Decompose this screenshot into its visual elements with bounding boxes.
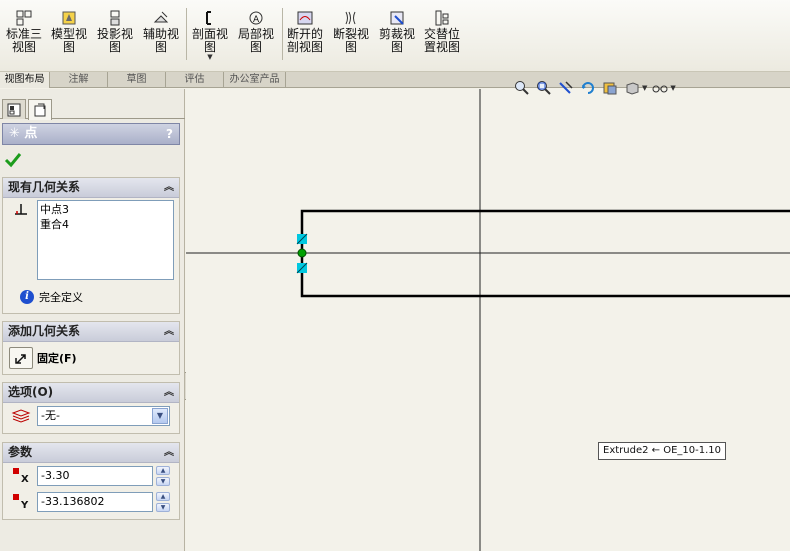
- alternate-position-view-icon: [433, 10, 451, 26]
- feature-tree-tab[interactable]: [2, 99, 26, 119]
- break-view-button[interactable]: 断裂视 图: [331, 10, 371, 54]
- feature-tree-icon: [7, 103, 21, 116]
- existing-relations-list[interactable]: 中点3 重合4: [37, 200, 174, 280]
- layer-icon: [11, 409, 31, 423]
- tab-view-layout[interactable]: 视图布局: [0, 72, 50, 88]
- spin-up-icon[interactable]: ▲: [156, 492, 170, 501]
- model-view-button[interactable]: 模型视 图: [49, 10, 89, 54]
- section-view-button[interactable]: 剖面视 图 ▼: [190, 10, 230, 61]
- detail-view-icon: A: [247, 10, 265, 26]
- zoom-area-button[interactable]: [534, 79, 553, 97]
- section-view-toggle-button[interactable]: [600, 79, 619, 97]
- previous-view-icon: [558, 81, 573, 94]
- zoom-to-fit-icon: [514, 81, 529, 95]
- display-style-icon: [626, 82, 638, 95]
- auxiliary-view-icon: [152, 10, 170, 26]
- relation-icon: [15, 204, 27, 215]
- rotate-view-icon: [581, 82, 594, 94]
- drawing-sheet[interactable]: [186, 89, 790, 551]
- tab-evaluate[interactable]: 评估: [166, 72, 224, 88]
- panel-tabs: [0, 97, 185, 120]
- display-style-button[interactable]: [622, 79, 641, 97]
- list-item[interactable]: 中点3: [40, 202, 171, 217]
- graphics-area[interactable]: [186, 89, 790, 551]
- y-coordinate-row: Y -33.136802 ▲ ▼: [7, 492, 177, 514]
- fix-anchor-icon: [15, 354, 26, 364]
- tab-sketch[interactable]: 草图: [108, 72, 166, 88]
- options-group: 选项(O) ︽ -无- ▼: [2, 382, 180, 434]
- x-coordinate-icon: X: [13, 468, 31, 486]
- detail-view-button[interactable]: A 局部视 图: [236, 10, 276, 54]
- layer-select[interactable]: -无- ▼: [37, 406, 170, 426]
- standard-3-view-button[interactable]: 标准三 视图: [4, 10, 44, 54]
- definition-status: i 完全定义: [20, 289, 83, 305]
- broken-out-section-button[interactable]: 断开的 剖视图: [285, 10, 325, 54]
- section-toggle-icon: [603, 82, 616, 95]
- parameters-group: 参数 ︽ X -3.30 ▲ ▼ Y -33.136802 ▲ ▼: [2, 442, 180, 520]
- previous-view-button[interactable]: [556, 79, 575, 97]
- page-title: 点: [24, 126, 38, 141]
- x-coordinate-input[interactable]: -3.30: [37, 466, 153, 486]
- crop-view-button[interactable]: 剪裁视 图: [377, 10, 417, 54]
- tab-annotation[interactable]: 注解: [50, 72, 108, 88]
- collapse-icon[interactable]: ︽: [164, 383, 174, 402]
- crop-view-icon: [388, 10, 406, 26]
- y-coordinate-input[interactable]: -33.136802: [37, 492, 153, 512]
- section-view-icon: [201, 10, 219, 26]
- toolbar-separator: [282, 8, 283, 60]
- collapse-icon[interactable]: ︽: [164, 322, 174, 341]
- property-manager-header: ✳ 点 ?: [2, 123, 180, 145]
- heads-up-view-toolbar: ▼ ▼: [512, 78, 676, 98]
- property-manager-icon: [34, 103, 46, 117]
- x-spinner[interactable]: ▲ ▼: [156, 466, 170, 486]
- broken-out-section-icon: [296, 10, 314, 26]
- tab-office-products[interactable]: 办公室产品: [224, 72, 286, 88]
- y-coordinate-icon: Y: [13, 494, 31, 512]
- help-button[interactable]: ?: [166, 124, 173, 144]
- selected-midpoint[interactable]: [297, 248, 307, 258]
- fix-relation-label: 固定(F): [37, 352, 77, 365]
- chevron-down-icon[interactable]: ▼: [670, 84, 675, 92]
- zoom-to-fit-button[interactable]: [512, 79, 531, 97]
- auxiliary-view-button[interactable]: 辅助视 图: [141, 10, 181, 54]
- svg-text:A: A: [253, 15, 260, 25]
- x-coordinate-row: X -3.30 ▲ ▼: [7, 466, 177, 488]
- glasses-icon: [652, 85, 668, 93]
- zoom-area-icon: [536, 81, 551, 95]
- hover-tooltip: Extrude2 ← OE_10-1.10: [598, 442, 726, 460]
- toolbar-separator: [186, 8, 187, 60]
- fix-relation-button[interactable]: [9, 347, 33, 369]
- existing-relations-group: 现有几何关系 ︽ 中点3 重合4 i 完全定义: [2, 177, 180, 314]
- existing-relations-header[interactable]: 现有几何关系 ︽: [3, 178, 179, 198]
- list-item[interactable]: 重合4: [40, 217, 171, 232]
- model-view-icon: [60, 10, 78, 26]
- collapse-icon[interactable]: ︽: [164, 443, 174, 462]
- chevron-down-icon[interactable]: ▼: [190, 54, 230, 61]
- info-icon: i: [20, 290, 34, 304]
- chevron-down-icon[interactable]: ▼: [642, 84, 647, 92]
- y-spinner[interactable]: ▲ ▼: [156, 492, 170, 512]
- property-manager-tab[interactable]: [28, 99, 52, 120]
- rotate-view-button[interactable]: [578, 79, 597, 97]
- alternate-position-view-button[interactable]: 交替位 置视图: [422, 10, 462, 54]
- standard-3-view-icon: [15, 10, 33, 26]
- ok-check-icon[interactable]: [4, 151, 22, 169]
- command-manager-toolbar: 标准三 视图 模型视 图 投影视 图 辅助视 图 剖面视 图 ▼ A 局部视 图…: [0, 0, 790, 72]
- projected-view-icon: [106, 10, 124, 26]
- spin-down-icon[interactable]: ▼: [156, 503, 170, 512]
- add-relations-header[interactable]: 添加几何关系 ︽: [3, 322, 179, 342]
- collapse-icon[interactable]: ︽: [164, 178, 174, 197]
- parameters-header[interactable]: 参数 ︽: [3, 443, 179, 463]
- add-relations-group: 添加几何关系 ︽ 固定(F): [2, 321, 180, 375]
- spin-down-icon[interactable]: ▼: [156, 477, 170, 486]
- hide-show-items-button[interactable]: [650, 79, 669, 97]
- point-icon: ✳: [9, 126, 25, 141]
- break-view-icon: [342, 10, 360, 26]
- property-manager-panel: ✳ 点 ? 现有几何关系 ︽ 中点3 重合4 i 完全定义 添加几何关系 ︽ 固…: [0, 89, 185, 551]
- chevron-down-icon[interactable]: ▼: [152, 408, 168, 424]
- spin-up-icon[interactable]: ▲: [156, 466, 170, 475]
- options-header[interactable]: 选项(O) ︽: [3, 383, 179, 403]
- projected-view-button[interactable]: 投影视 图: [95, 10, 135, 54]
